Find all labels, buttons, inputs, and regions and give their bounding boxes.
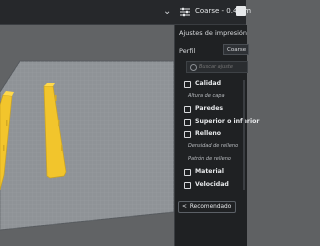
category-label: Paredes bbox=[195, 105, 224, 112]
sliders-icon[interactable] bbox=[179, 6, 191, 18]
perfil-label: Perfil bbox=[179, 47, 196, 55]
category-label: Calidad bbox=[195, 80, 221, 87]
perfil-dropdown[interactable]: Coarse - 0.4mm bbox=[223, 44, 249, 55]
infill-icon bbox=[184, 131, 191, 138]
search-icon bbox=[190, 64, 197, 71]
close-icon[interactable] bbox=[236, 6, 246, 16]
search-field[interactable] bbox=[186, 61, 248, 73]
category-label: Relleno bbox=[195, 130, 222, 137]
quality-icon bbox=[184, 81, 191, 88]
setting-infill-density[interactable]: Densidad de relleno bbox=[188, 143, 238, 149]
setting-infill-pattern[interactable]: Patrón de relleno bbox=[188, 156, 231, 162]
material-icon bbox=[184, 169, 191, 176]
scrollbar[interactable] bbox=[243, 80, 245, 190]
recommended-button[interactable]: < Recomendado bbox=[178, 201, 236, 213]
speed-icon bbox=[184, 182, 191, 189]
panel-title: Ajustes de impresión bbox=[179, 29, 248, 37]
recommended-label: Recomendado bbox=[189, 204, 232, 210]
category-label: Material bbox=[195, 168, 224, 175]
chevron-left-icon: < bbox=[182, 204, 187, 210]
chevron-down-icon[interactable]: ⌄ bbox=[163, 6, 171, 17]
search-input[interactable] bbox=[199, 62, 247, 72]
setting-layer-height[interactable]: Altura de capa bbox=[188, 93, 225, 99]
category-label: Superior o inferior bbox=[195, 118, 260, 125]
print-settings-panel: Ajustes de impresión Perfil Coarse - 0.4… bbox=[174, 25, 259, 246]
top-toolbar: ⌄ Coarse - 0.4mm bbox=[0, 0, 251, 25]
walls-icon bbox=[184, 106, 191, 113]
category-label: Velocidad bbox=[195, 181, 229, 188]
top-bottom-icon bbox=[184, 119, 191, 126]
